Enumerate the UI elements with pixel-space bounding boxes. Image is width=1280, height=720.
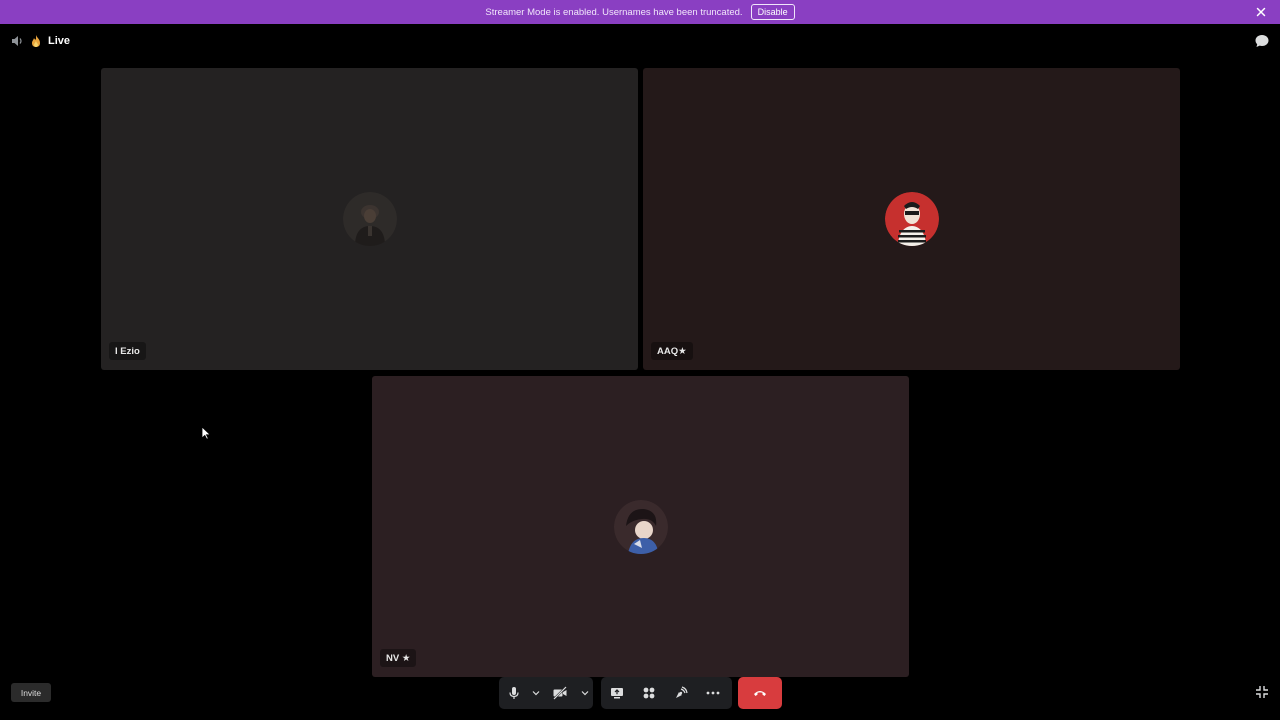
more-icon[interactable] bbox=[697, 677, 729, 709]
participant-name: I Ezio bbox=[109, 342, 146, 360]
user-avatar bbox=[884, 192, 939, 246]
close-icon[interactable] bbox=[1254, 5, 1268, 19]
mouse-cursor-icon bbox=[201, 426, 211, 440]
banner-message: Streamer Mode is enabled. Usernames have… bbox=[485, 6, 743, 18]
media-controls bbox=[499, 677, 593, 709]
participant-tile[interactable]: AAQ★ bbox=[643, 68, 1180, 370]
participant-name: NV ★ bbox=[380, 649, 417, 667]
screen-share-icon[interactable] bbox=[601, 677, 633, 709]
chevron-down-icon[interactable] bbox=[529, 677, 543, 709]
speaker-icon bbox=[10, 34, 24, 48]
camera-off-icon[interactable] bbox=[543, 677, 577, 709]
collapse-icon[interactable] bbox=[1255, 685, 1269, 699]
activities-icon[interactable] bbox=[633, 677, 665, 709]
phone-hangup-icon bbox=[753, 684, 767, 702]
participant-name: AAQ★ bbox=[651, 342, 693, 360]
chat-bubble-icon[interactable] bbox=[1254, 33, 1270, 49]
invite-button[interactable]: Invite bbox=[11, 683, 51, 702]
activity-controls bbox=[601, 677, 732, 709]
channel-name[interactable]: Live bbox=[48, 35, 70, 47]
chevron-down-icon[interactable] bbox=[577, 677, 593, 709]
microphone-icon[interactable] bbox=[499, 677, 529, 709]
fire-icon bbox=[30, 34, 42, 48]
soundboard-icon[interactable] bbox=[665, 677, 697, 709]
participant-tile[interactable]: NV ★ bbox=[372, 376, 909, 677]
user-avatar bbox=[613, 499, 668, 554]
participant-tile[interactable]: I Ezio bbox=[101, 68, 638, 370]
voice-channel-header: Live bbox=[0, 24, 1280, 58]
user-avatar bbox=[342, 192, 397, 246]
streamer-mode-banner: Streamer Mode is enabled. Usernames have… bbox=[0, 0, 1280, 24]
disable-streamer-mode-button[interactable]: Disable bbox=[750, 4, 795, 20]
disconnect-button[interactable] bbox=[738, 677, 782, 709]
channel-title: Live bbox=[10, 33, 70, 49]
